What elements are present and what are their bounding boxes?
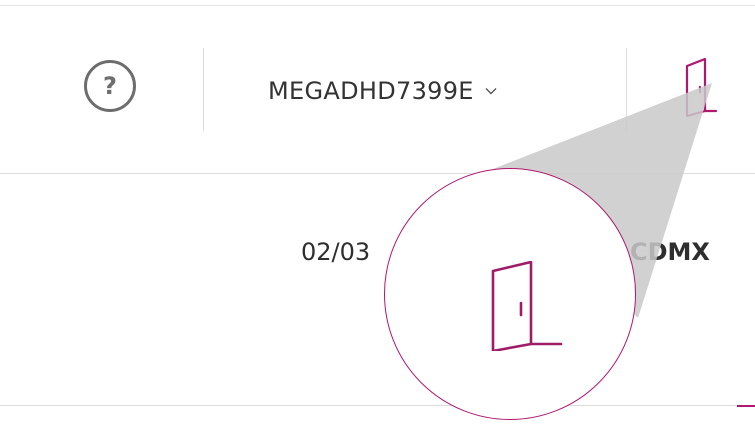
account-name: MEGADHD7399E xyxy=(268,77,474,105)
row-accent-mark xyxy=(737,405,755,407)
row-date: 02/03 xyxy=(301,238,371,266)
toolbar-divider xyxy=(626,48,627,131)
row-divider xyxy=(0,405,755,406)
header-divider xyxy=(0,173,755,174)
help-button[interactable]: ? xyxy=(84,60,136,112)
page: ? MEGADHD7399E 02/03 CDMX xyxy=(0,0,755,427)
door-icon xyxy=(491,261,563,351)
row-city: CDMX xyxy=(630,238,710,266)
door-icon xyxy=(685,58,718,118)
top-divider xyxy=(0,5,755,6)
logout-button[interactable] xyxy=(683,58,723,118)
toolbar-divider xyxy=(203,48,204,131)
account-dropdown[interactable]: MEGADHD7399E xyxy=(268,73,498,109)
help-icon: ? xyxy=(103,72,117,100)
chevron-down-icon xyxy=(485,88,497,95)
magnifier-callout xyxy=(384,168,636,420)
